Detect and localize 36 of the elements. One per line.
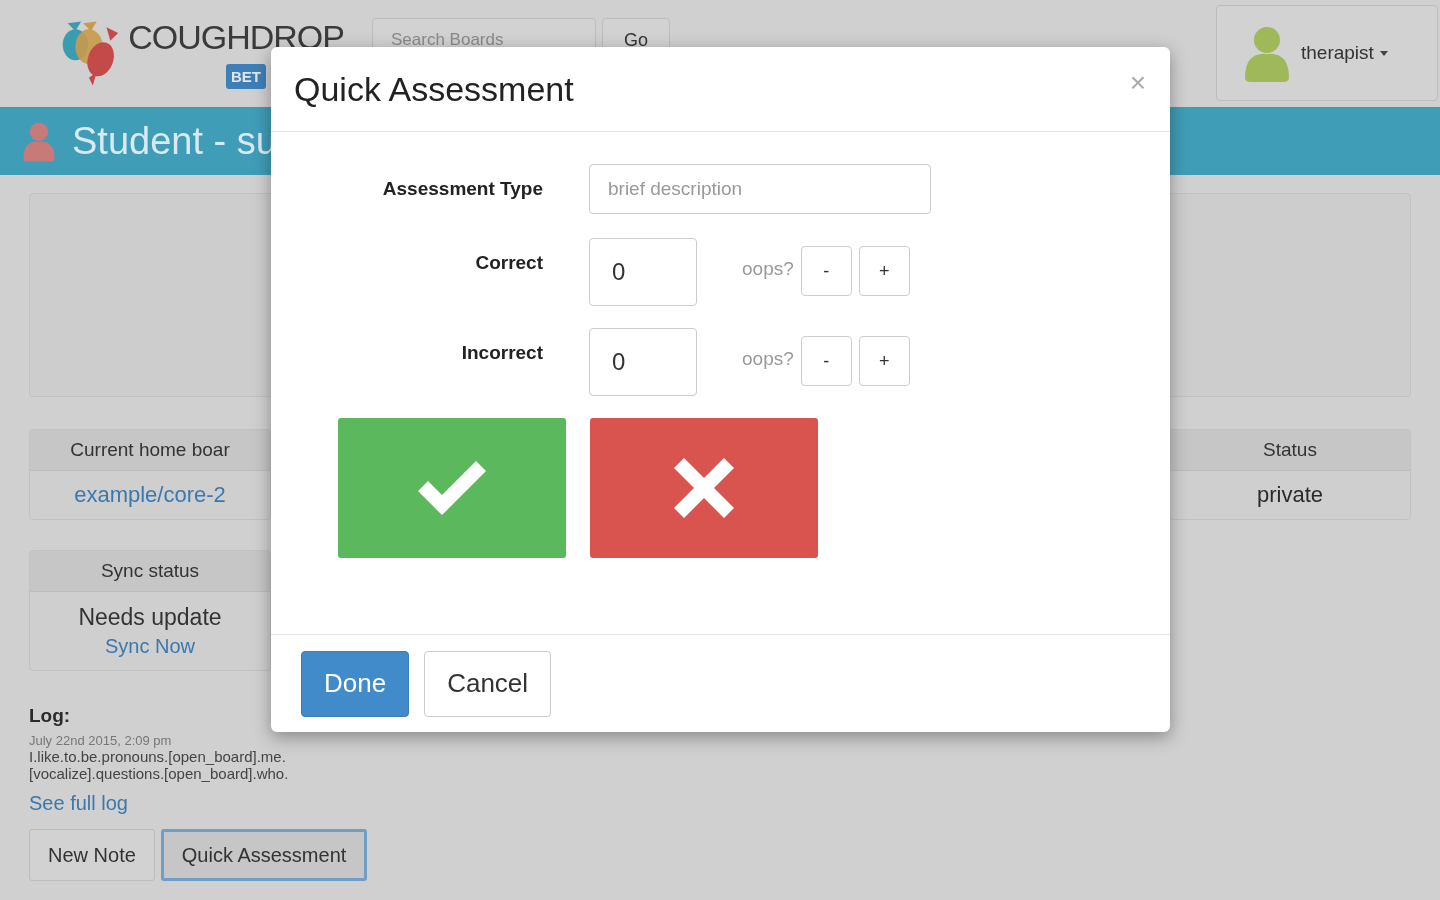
user-name: therapist — [1301, 42, 1374, 64]
field-label: Assessment Type — [381, 178, 543, 200]
user-avatar-icon — [1243, 24, 1291, 82]
cancel-button[interactable]: Cancel — [424, 650, 552, 717]
increment-button[interactable]: + — [858, 336, 910, 386]
input-field[interactable]: 0 — [589, 238, 697, 306]
user-avatar-icon — [22, 120, 56, 162]
field-label: Incorrect — [460, 342, 543, 364]
field-label: Correct — [474, 252, 543, 274]
input-field[interactable]: brief description — [589, 164, 931, 214]
oops-label: oops? — [742, 348, 794, 370]
correct-button[interactable] — [338, 418, 566, 558]
increment-button[interactable]: + — [858, 246, 910, 296]
status-value: private — [1256, 482, 1323, 508]
action-button[interactable]: Quick Assessment — [160, 829, 368, 881]
column-heading: Current home boar — [70, 439, 230, 461]
log-entry: I.like.to.be.pronouns.[open_board].me. — [29, 748, 287, 765]
log-entry: [vocalize].questions.[open_board].who. — [29, 765, 290, 782]
sync-heading: Sync status — [100, 560, 200, 582]
log-heading: Log: — [29, 705, 72, 727]
log-date: July 22nd 2015, 2:09 pm — [29, 733, 173, 748]
column-heading: Status — [1263, 439, 1317, 461]
beta-badge: BET — [226, 64, 266, 89]
oops-label: oops? — [742, 258, 794, 280]
dialog-title: Quick Assessment — [294, 69, 574, 109]
user-menu[interactable]: therapist — [1216, 5, 1438, 101]
sync-state: Needs update — [78, 604, 222, 631]
action-button[interactable]: New Note — [29, 829, 155, 881]
caret-icon — [1379, 50, 1388, 56]
incorrect-button[interactable] — [590, 418, 818, 558]
done-button[interactable]: Done — [301, 650, 410, 717]
cross-icon — [674, 458, 734, 518]
decrement-button[interactable]: - — [800, 336, 852, 386]
input-field[interactable]: 0 — [589, 328, 697, 396]
logo-text: COUGHDROP — [128, 17, 344, 57]
decrement-button[interactable]: - — [800, 246, 852, 296]
